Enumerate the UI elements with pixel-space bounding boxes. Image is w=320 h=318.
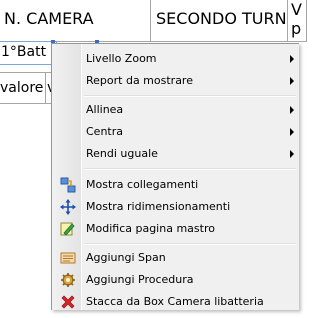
submenu-arrow-icon [290,128,294,136]
submenu-arrow-icon [290,106,294,114]
menu-item-report-da-mostrare[interactable]: Report da mostrare [54,70,298,92]
header-secondo-turno-text: SECONDO TURN [156,9,287,28]
menu-item-label: Rendi uguale [86,147,158,160]
submenu-arrow-icon [290,77,294,85]
menu-item-label: Aggiungi Procedura [86,273,194,286]
header-partial-text-top: V [291,0,302,19]
menu-item-centra[interactable]: Centra [54,121,298,143]
red-x-icon [60,294,76,310]
row2-cell-camera[interactable]: valore [0,72,46,104]
menu-item-rendi-uguale[interactable]: Rendi uguale [54,143,298,165]
menu-separator [84,95,296,97]
links-icon [60,177,76,193]
menu-item-label: Livello Zoom [86,52,157,65]
menu-item-mostra-collegamenti[interactable]: Mostra collegamenti [54,174,298,196]
menu-item-allinea[interactable]: Allinea [54,99,298,121]
submenu-arrow-icon [290,150,294,158]
menu-separator [84,168,296,170]
menu-item-label: Mostra collegamenti [86,178,199,191]
context-menu: Livello Zoom Report da mostrare Allinea … [51,43,299,310]
header-partial-text-bottom: p [291,19,302,38]
menu-item-label: Mostra ridimensionamenti [86,200,231,213]
add-span-icon [60,250,76,266]
menu-item-aggiungi-span[interactable]: Aggiungi Span [54,247,298,269]
submenu-arrow-icon [290,55,294,63]
menu-item-livello-zoom[interactable]: Livello Zoom [54,48,298,70]
menu-item-modifica-pagina-mastro[interactable]: Modifica pagina mastro [54,218,298,240]
menu-item-label: Report da mostrare [86,74,193,87]
resize-arrows-icon [60,199,76,215]
menu-item-label: Centra [86,125,123,138]
header-cell-secondo-turno[interactable]: SECONDO TURN [150,0,288,42]
header-camera-text: N. CAMERA [4,9,94,28]
menu-item-mostra-ridimensionamenti[interactable]: Mostra ridimensionamenti [54,196,298,218]
gear-icon [60,272,76,288]
header-cell-partial[interactable]: V p [287,0,307,42]
menu-item-label: Allinea [86,103,124,116]
edit-page-icon [60,221,76,237]
menu-separator [84,243,296,245]
row2-camera-text: valore [0,80,44,96]
menu-item-label: Modifica pagina mastro [86,222,215,235]
menu-item-label: Aggiungi Span [86,251,166,264]
row1-cell-camera[interactable]: 1°Batt [0,41,57,65]
row1-camera-text: 1°Batt [1,44,47,60]
header-cell-camera[interactable]: N. CAMERA [0,0,151,42]
menu-item-aggiungi-procedura[interactable]: Aggiungi Procedura [54,269,298,291]
